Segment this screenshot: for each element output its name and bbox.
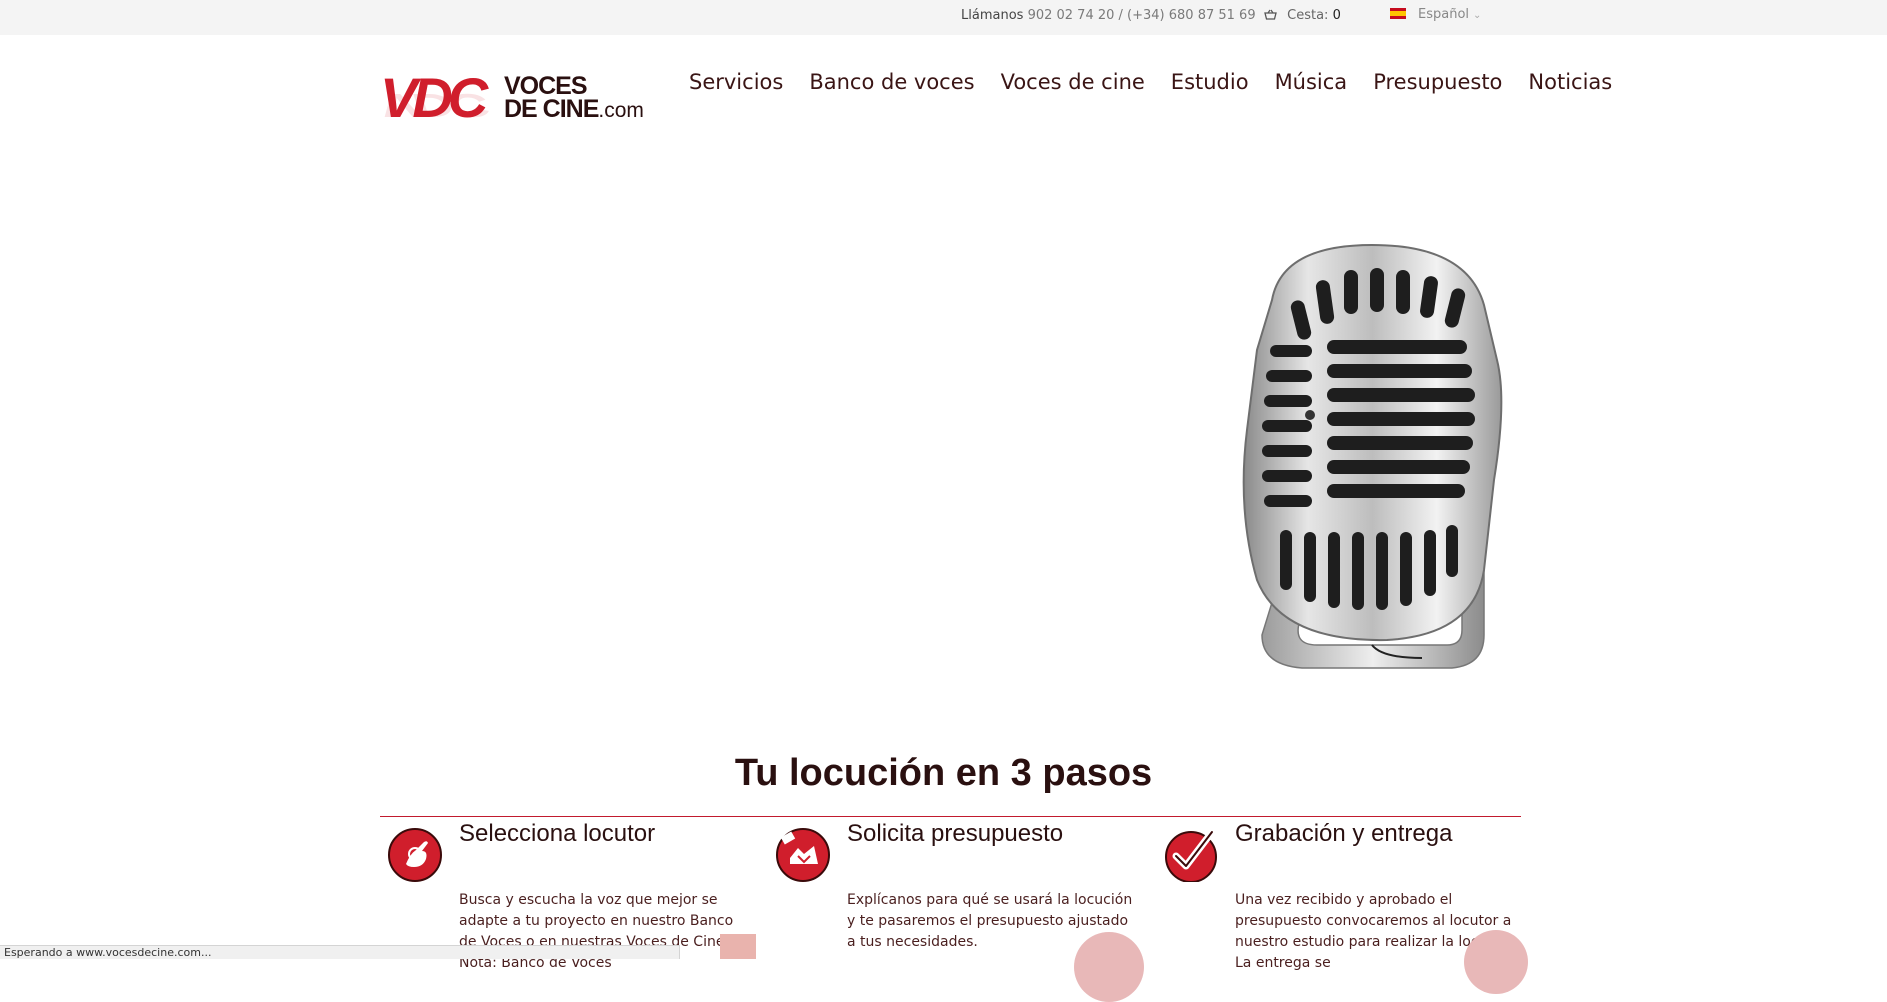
- cart-count: 0: [1332, 8, 1341, 23]
- nav-item-banco-de-voces[interactable]: Banco de voces: [809, 70, 974, 94]
- logo-reflection: VDC: [380, 86, 484, 125]
- browser-status-bar: Esperando a www.vocesdecine.com...: [0, 945, 680, 959]
- nav-item-estudio[interactable]: Estudio: [1171, 70, 1249, 94]
- step-text-1: Busca y escucha la voz que mejor se adap…: [459, 892, 734, 971]
- microphone-image: [1222, 240, 1542, 670]
- logo-domain: .com: [598, 99, 644, 122]
- quote-request-icon: [776, 828, 830, 882]
- nav-item-voces-de-cine[interactable]: Voces de cine: [1001, 70, 1145, 94]
- nav-item-presupuesto[interactable]: Presupuesto: [1373, 70, 1502, 94]
- site-logo[interactable]: VDC VDC VOCES DE CINE.com: [380, 70, 644, 160]
- decorative-block: [720, 934, 756, 959]
- section-divider: [380, 816, 1521, 817]
- nav-item-servicios[interactable]: Servicios: [689, 70, 783, 94]
- step-title-1: Selecciona locutor: [459, 820, 656, 847]
- phone-info: Llámanos 902 02 74 20 / (+34) 680 87 51 …: [961, 8, 1256, 23]
- phone-numbers[interactable]: 902 02 74 20 / (+34) 680 87 51 69: [1028, 8, 1256, 23]
- language-selector[interactable]: Español ⌄: [1390, 7, 1481, 22]
- phone-label: Llámanos: [961, 8, 1024, 23]
- basket-icon: [1264, 8, 1287, 23]
- main-nav: Servicios Banco de voces Voces de cine E…: [689, 70, 1612, 94]
- language-label: Español: [1418, 7, 1470, 22]
- logo-word-decine: DE CINE.com: [504, 97, 644, 123]
- chevron-down-icon: ⌄: [1473, 10, 1482, 21]
- spain-flag-icon: [1390, 8, 1406, 19]
- checkmark-icon: [1164, 828, 1218, 883]
- nav-item-noticias[interactable]: Noticias: [1528, 70, 1612, 94]
- step-title-3: Grabación y entrega: [1235, 820, 1453, 847]
- top-bar: Llámanos 902 02 74 20 / (+34) 680 87 51 …: [0, 0, 1887, 35]
- section-title: Tu locución en 3 pasos: [734, 752, 1153, 794]
- logo-line2: DE CINE: [504, 95, 599, 123]
- cart-link[interactable]: Cesta: 0: [1264, 8, 1341, 23]
- hand-pointer-icon: [388, 828, 442, 882]
- nav-item-musica[interactable]: Música: [1275, 70, 1348, 94]
- decorative-circle-2: [1464, 930, 1528, 994]
- decorative-circle-1: [1074, 932, 1144, 1002]
- cart-label: Cesta:: [1287, 8, 1329, 23]
- step-title-2: Solicita presupuesto: [847, 820, 1064, 847]
